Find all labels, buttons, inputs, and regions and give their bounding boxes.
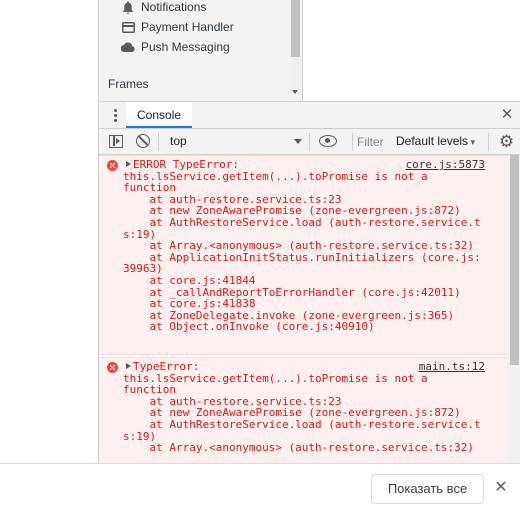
show-console-sidebar-icon[interactable] bbox=[109, 135, 123, 148]
more-options-icon[interactable] bbox=[114, 109, 117, 122]
stack-line: at ApplicationInitStatus.runInitializers… bbox=[123, 250, 481, 264]
toolbar-divider bbox=[309, 133, 310, 151]
stack-line: this.lsService.getItem(...).toPromise is… bbox=[123, 169, 428, 183]
card-icon bbox=[121, 20, 135, 34]
page-content-area bbox=[0, 0, 98, 463]
error-stack: ERROR TypeError: this.lsService.getItem(.… bbox=[123, 159, 515, 333]
sidebar-scrollbar-thumb[interactable] bbox=[291, 0, 300, 57]
show-all-button[interactable]: Показать все bbox=[371, 474, 484, 504]
context-selector[interactable]: top bbox=[162, 129, 302, 154]
cloud-icon bbox=[121, 40, 135, 54]
sidebar-item-push-messaging[interactable]: Push Messaging bbox=[121, 37, 230, 57]
stack-line: at Object.onInvoke (core.js:40910) bbox=[123, 320, 375, 334]
devtools-panel: Notifications Payment Handler Push Messa… bbox=[98, 0, 520, 463]
console-error-message[interactable]: main.ts:12 TypeError: this.lsService.getI… bbox=[99, 357, 520, 463]
scroll-down-arrow-icon[interactable] bbox=[292, 90, 298, 94]
close-drawer-icon[interactable]: ✕ bbox=[499, 107, 515, 123]
sidebar-item-label: Push Messaging bbox=[141, 40, 230, 54]
close-icon[interactable]: ✕ bbox=[493, 480, 509, 496]
stack-line: at core.js:41844 bbox=[123, 273, 256, 287]
stack-line: TypeError: bbox=[133, 360, 200, 373]
bell-icon bbox=[121, 0, 135, 14]
stack-line: at AuthRestoreService.load (auth-restore… bbox=[123, 417, 481, 431]
error-icon bbox=[107, 160, 118, 171]
application-main-pane bbox=[304, 0, 520, 101]
console-messages: core.js:5873 ERROR TypeError: this.lsServ… bbox=[99, 155, 520, 463]
console-error-message[interactable]: core.js:5873 ERROR TypeError: this.lsServ… bbox=[99, 155, 520, 355]
stack-line: at Array.<anonymous> (auth-restore.servi… bbox=[123, 239, 474, 253]
chevron-down-icon bbox=[294, 139, 302, 144]
sidebar-item-label: Payment Handler bbox=[141, 20, 234, 34]
filter-input[interactable]: Filter bbox=[352, 133, 390, 151]
stack-line: this.lsService.getItem(...).toPromise is… bbox=[123, 371, 428, 385]
console-scrollbar-thumb[interactable] bbox=[510, 155, 519, 365]
stack-line: at core.js:41838 bbox=[123, 297, 256, 311]
log-levels-value: Default levels bbox=[396, 134, 469, 148]
stack-line: at Array.<anonymous> (auth-restore.servi… bbox=[123, 441, 474, 455]
sidebar-item-notifications[interactable]: Notifications bbox=[121, 0, 206, 17]
frames-section-header[interactable]: Frames bbox=[108, 77, 149, 91]
notification-bar: Показать все ✕ bbox=[0, 463, 520, 511]
log-levels-dropdown[interactable]: Default levels ▾ bbox=[396, 129, 480, 154]
stack-line: at AuthRestoreService.load (auth-restore… bbox=[123, 215, 481, 229]
sidebar-scrollbar[interactable] bbox=[290, 0, 301, 101]
sidebar-item-label: Notifications bbox=[141, 0, 207, 14]
screen: Notifications Payment Handler Push Messa… bbox=[0, 0, 520, 511]
context-selector-value: top bbox=[170, 134, 187, 148]
toolbar-divider bbox=[488, 133, 489, 151]
live-expression-eye-icon[interactable] bbox=[319, 135, 337, 147]
sidebar-item-payment-handler[interactable]: Payment Handler bbox=[121, 17, 234, 37]
stack-line: ERROR TypeError: bbox=[133, 158, 239, 171]
tab-console[interactable]: Console bbox=[126, 102, 193, 128]
drawer-tab-strip: Console ✕ bbox=[99, 101, 520, 129]
gear-icon[interactable]: ⚙ bbox=[498, 133, 515, 150]
toolbar-divider bbox=[158, 133, 159, 151]
error-stack: TypeError: this.lsService.getItem(...).to… bbox=[123, 361, 515, 454]
console-scrollbar[interactable] bbox=[508, 155, 520, 463]
console-toolbar: top Filter Default levels ▾ ⚙ bbox=[99, 129, 520, 155]
error-icon bbox=[107, 362, 118, 373]
application-sidebar: Notifications Payment Handler Push Messa… bbox=[99, 0, 303, 101]
clear-console-icon[interactable] bbox=[136, 134, 150, 148]
